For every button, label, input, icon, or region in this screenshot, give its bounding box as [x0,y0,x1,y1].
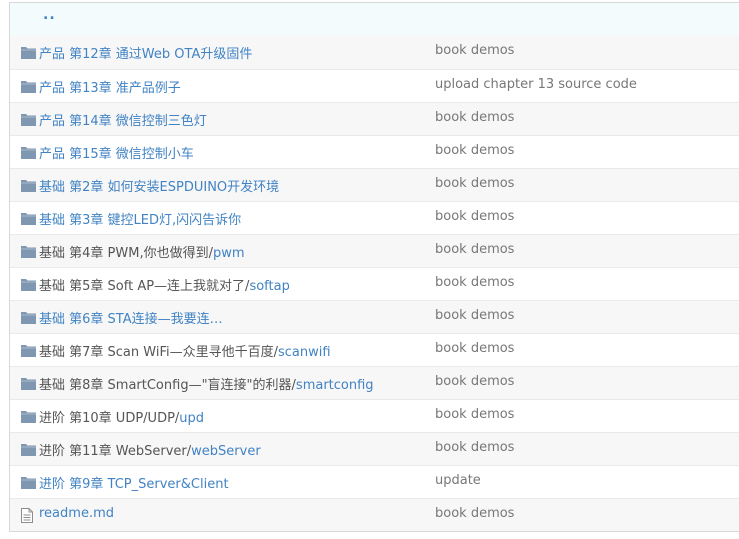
file-name: 产品 第14章 微信控制三色灯 [39,110,207,129]
commit-message[interactable]: book demos [435,308,514,323]
file-icon [21,508,36,523]
file-name: 基础 第5章 Soft AP—连上我就对了/softap [39,275,290,294]
commit-message[interactable]: book demos [435,341,514,356]
file-row[interactable]: 基础 第5章 Soft AP—连上我就对了/softap book demos [10,267,739,300]
path-prefix: 进阶 第10章 UDP/UDP/ [39,411,180,426]
file-link[interactable]: pwm [213,246,245,261]
file-link[interactable]: smartconfig [296,378,374,393]
file-row[interactable]: 产品 第13章 准产品例子 upload chapter 13 source c… [10,69,739,102]
folder-icon [21,245,36,259]
path-prefix: 基础 第7章 Scan WiFi—众里寻他千百度/ [39,345,278,360]
commit-message[interactable]: upload chapter 13 source code [435,77,637,92]
file-name: 产品 第12章 通过Web OTA升级固件 [39,43,252,62]
file-link[interactable]: 基础 第3章 键控LED灯,闪闪告诉你 [39,213,241,228]
file-rows: 产品 第12章 通过Web OTA升级固件 book demos 产品 第13章… [10,36,739,531]
commit-message[interactable]: book demos [435,440,514,455]
folder-icon [21,46,36,60]
folder-icon [21,476,36,490]
file-link[interactable]: scanwifi [278,345,331,360]
commit-message[interactable]: book demos [435,242,514,257]
file-row[interactable]: 进阶 第9章 TCP_Server&Client update [10,465,739,498]
file-row[interactable]: 基础 第3章 键控LED灯,闪闪告诉你 book demos [10,201,739,234]
file-row[interactable]: 产品 第15章 微信控制小车 book demos [10,135,739,168]
folder-icon [21,443,36,457]
commit-message[interactable]: book demos [435,275,514,290]
folder-icon [21,344,36,358]
file-link[interactable]: 基础 第2章 如何安装ESPDUINO开发环境 [39,180,279,195]
parent-directory-row[interactable]: .. [10,3,739,36]
file-link[interactable]: 产品 第15章 微信控制小车 [39,147,194,162]
file-name: readme.md [39,506,114,521]
path-prefix: 基础 第8章 SmartConfig—"盲连接"的利器/ [39,378,296,393]
commit-message[interactable]: book demos [435,209,514,224]
file-link[interactable]: softap [249,279,289,294]
file-name: 基础 第6章 STA连接—我要连… [39,308,223,327]
commit-message[interactable]: book demos [435,506,514,521]
file-link[interactable]: 产品 第12章 通过Web OTA升级固件 [39,47,252,62]
commit-message[interactable]: book demos [435,374,514,389]
folder-icon [21,146,36,160]
parent-directory-link[interactable]: .. [43,7,56,23]
path-prefix: 进阶 第11章 WebServer/ [39,444,192,459]
commit-message[interactable]: book demos [435,43,514,58]
commit-message[interactable]: update [435,473,481,488]
file-name: 基础 第4章 PWM,你也做得到/pwm [39,242,245,261]
file-row[interactable]: 基础 第8章 SmartConfig—"盲连接"的利器/smartconfig … [10,366,739,399]
file-row[interactable]: 产品 第14章 微信控制三色灯 book demos [10,102,739,135]
folder-icon [21,179,36,193]
file-link[interactable]: 基础 第6章 STA连接—我要连… [39,312,223,327]
path-prefix: 基础 第5章 Soft AP—连上我就对了/ [39,279,250,294]
commit-message[interactable]: book demos [435,110,514,125]
folder-icon [21,311,36,325]
file-row[interactable]: 产品 第12章 通过Web OTA升级固件 book demos [10,36,739,69]
file-row[interactable]: 进阶 第11章 WebServer/webServer book demos [10,432,739,465]
file-row[interactable]: 基础 第6章 STA连接—我要连… book demos [10,300,739,333]
file-link[interactable]: 产品 第14章 微信控制三色灯 [39,114,207,129]
folder-icon [21,278,36,292]
folder-icon [21,410,36,424]
file-name: 产品 第15章 微信控制小车 [39,143,194,162]
file-row[interactable]: 进阶 第10章 UDP/UDP/upd book demos [10,399,739,432]
file-name: 基础 第3章 键控LED灯,闪闪告诉你 [39,209,241,228]
file-name: 进阶 第10章 UDP/UDP/upd [39,407,204,426]
file-row[interactable]: readme.md book demos [10,498,739,531]
path-prefix: 基础 第4章 PWM,你也做得到/ [39,246,213,261]
file-name: 基础 第8章 SmartConfig—"盲连接"的利器/smartconfig [39,374,374,393]
folder-icon [21,212,36,226]
commit-message[interactable]: book demos [435,143,514,158]
file-link[interactable]: readme.md [39,506,114,521]
file-name: 进阶 第9章 TCP_Server&Client [39,473,229,492]
file-link[interactable]: upd [179,411,204,426]
file-link[interactable]: 进阶 第9章 TCP_Server&Client [39,477,229,492]
commit-message[interactable]: book demos [435,407,514,422]
file-row[interactable]: 基础 第7章 Scan WiFi—众里寻他千百度/scanwifi book d… [10,333,739,366]
file-row[interactable]: 基础 第2章 如何安装ESPDUINO开发环境 book demos [10,168,739,201]
file-name: 基础 第7章 Scan WiFi—众里寻他千百度/scanwifi [39,341,331,360]
file-name: 基础 第2章 如何安装ESPDUINO开发环境 [39,176,279,195]
commit-message[interactable]: book demos [435,176,514,191]
file-name: 产品 第13章 准产品例子 [39,77,181,96]
file-name: 进阶 第11章 WebServer/webServer [39,440,261,459]
folder-icon [21,113,36,127]
folder-icon [21,80,36,94]
file-link[interactable]: 产品 第13章 准产品例子 [39,81,181,96]
file-link[interactable]: webServer [191,444,261,459]
file-list-table: .. 产品 第12章 通过Web OTA升级固件 book demos 产品 第… [9,2,739,532]
file-row[interactable]: 基础 第4章 PWM,你也做得到/pwm book demos [10,234,739,267]
folder-icon [21,377,36,391]
